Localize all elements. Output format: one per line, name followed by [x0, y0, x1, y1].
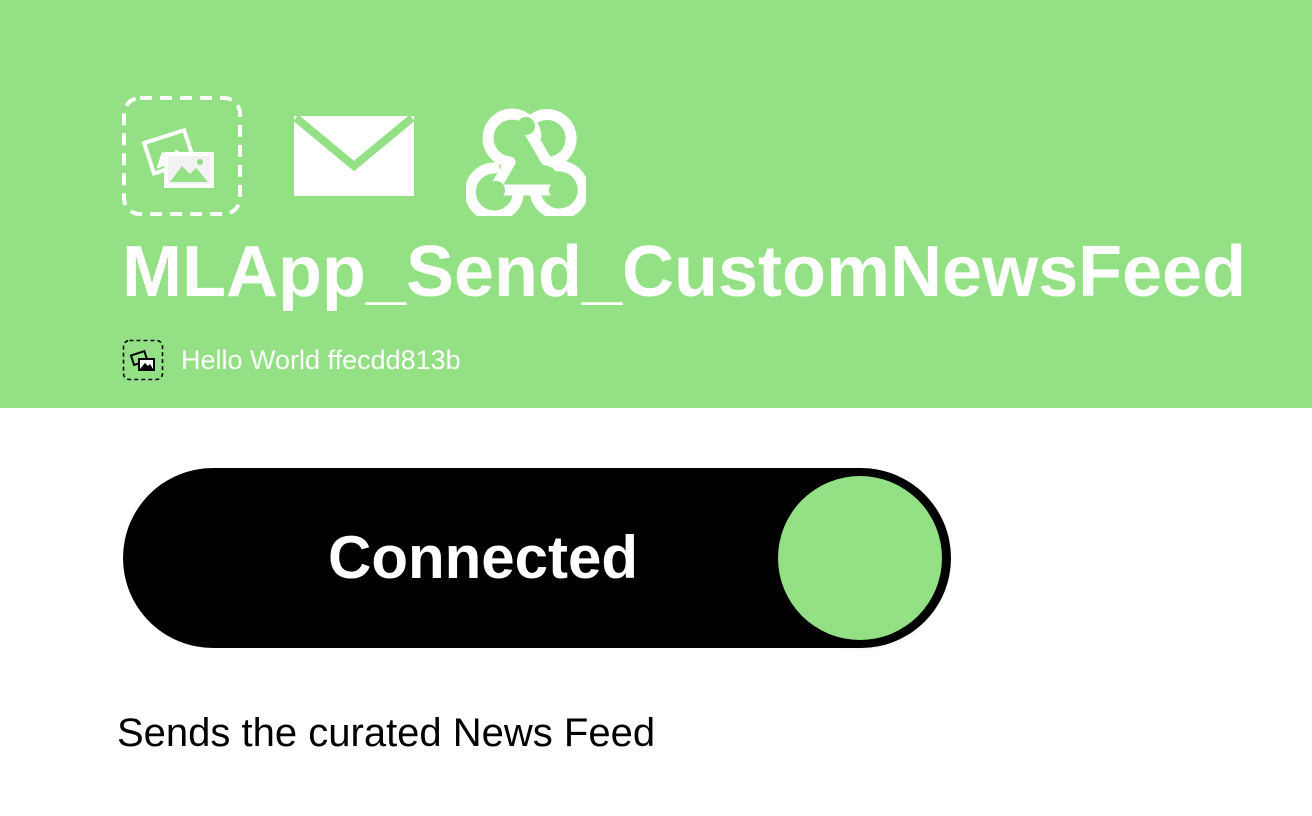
toggle-label: Connected [327, 524, 639, 591]
owner-name[interactable]: Hello World ffecdd813b [181, 345, 461, 376]
email-icon [294, 96, 414, 216]
webhook-icon [466, 96, 586, 216]
owner-avatar-icon [122, 339, 164, 381]
connection-toggle[interactable]: Connected [123, 468, 951, 648]
image-placeholder-icon [122, 96, 242, 216]
applet-header: MLApp_Send_CustomNewsFeed Hello World ff… [0, 0, 1312, 408]
applet-title: MLApp_Send_CustomNewsFeed [122, 232, 1247, 312]
toggle-knob[interactable] [778, 476, 942, 640]
applet-description: Sends the curated News Feed [117, 711, 656, 755]
owner-info[interactable]: Hello World ffecdd813b [122, 339, 461, 381]
